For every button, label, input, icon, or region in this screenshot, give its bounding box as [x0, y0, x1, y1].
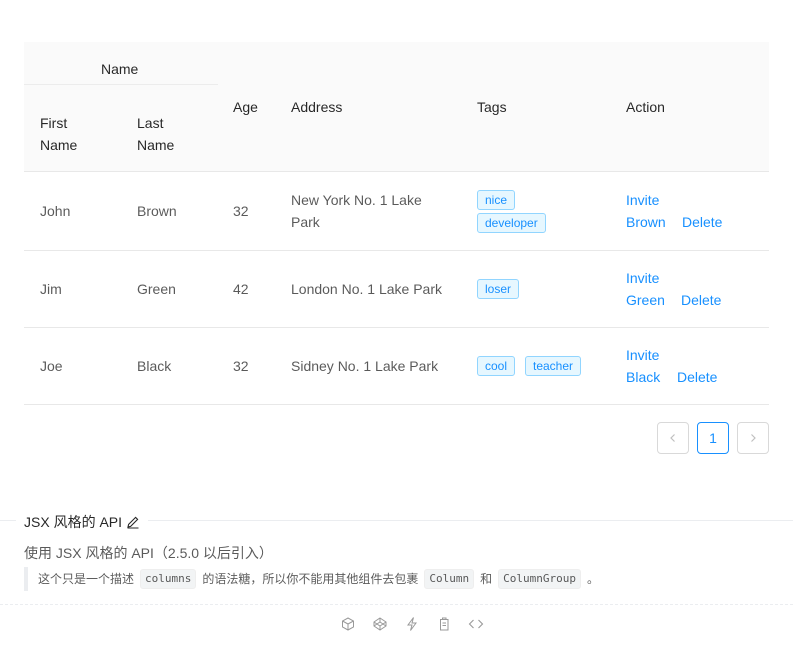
demo-actions: [340, 616, 484, 632]
tag: developer: [477, 213, 546, 233]
table-header: Name First Name Last Name Age Address Ta…: [24, 42, 769, 172]
demo-title-text: JSX 风格的 API: [24, 514, 123, 530]
tag: teacher: [525, 356, 582, 376]
column-tags: Tags: [477, 99, 507, 115]
table-row: Joe Black 32 Sidney No. 1 Lake Park cool…: [24, 328, 769, 405]
note-text: 。: [587, 572, 600, 586]
column-last-name: Last Name: [137, 112, 174, 156]
note-text: 这个只是一个描述: [38, 572, 135, 586]
codepen-icon[interactable]: [372, 616, 388, 632]
code-columngroup: ColumnGroup: [498, 569, 582, 589]
demo-note: 这个只是一个描述 columns 的语法糖，所以你不能用其他组件去包裹 Colu…: [24, 567, 599, 591]
demo-title: JSX 风格的 API: [24, 511, 140, 533]
demo-description: 使用 JSX 风格的 API（2.5.0 以后引入）: [24, 545, 273, 561]
cell-age: 32: [233, 203, 249, 219]
column-last-name-line2: Name: [137, 137, 175, 153]
riddle-icon[interactable]: [404, 616, 420, 632]
copy-icon[interactable]: [436, 616, 452, 632]
cell-last-name: Green: [137, 281, 176, 297]
cell-age: 32: [233, 358, 249, 374]
invite-link-label: Invite: [626, 347, 660, 363]
pagination-prev[interactable]: [657, 422, 689, 454]
chevron-left-icon: [670, 434, 675, 442]
column-first-name-line2: Name: [40, 137, 78, 153]
cell-first-name: Joe: [40, 358, 63, 374]
codesandbox-icon[interactable]: [340, 616, 356, 632]
edit-icon[interactable]: [126, 515, 140, 529]
table-row: Jim Green 42 London No. 1 Lake Park lose…: [24, 251, 769, 328]
delete-link[interactable]: Delete: [677, 366, 717, 388]
invite-link[interactable]: Invite Green: [626, 267, 665, 311]
column-first-name-line1: First: [40, 115, 68, 131]
column-group-name: Name: [101, 61, 139, 77]
tag: cool: [477, 356, 516, 376]
invite-link-name: Green: [626, 292, 665, 308]
invite-link-name: Black: [626, 369, 661, 385]
table-row: John Brown 32 New York No. 1 Lake Park n…: [24, 172, 769, 251]
code-column: Column: [424, 569, 475, 589]
note-text: 的语法糖，所以你不能用其他组件去包裹: [202, 572, 419, 586]
cell-address: Sidney No. 1 Lake Park: [291, 358, 439, 374]
actions-divider: [0, 604, 793, 605]
pagination-page[interactable]: 1: [697, 422, 729, 454]
invite-link[interactable]: Invite Black: [626, 344, 660, 388]
delete-link[interactable]: Delete: [682, 211, 722, 233]
cell-address: London No. 1 Lake Park: [291, 281, 442, 297]
chevron-right-icon: [751, 434, 756, 442]
invite-link-name: Brown: [626, 214, 666, 230]
cell-address-line2: Park: [291, 214, 320, 230]
column-action: Action: [626, 99, 665, 115]
tag: loser: [477, 279, 520, 299]
cell-address-line1: New York No. 1 Lake: [291, 192, 422, 208]
column-address: Address: [291, 99, 343, 115]
invite-link-label: Invite: [626, 192, 660, 208]
invite-link-label: Invite: [626, 270, 660, 286]
pagination-next[interactable]: [737, 422, 769, 454]
cell-first-name: John: [40, 203, 71, 219]
column-last-name-line1: Last: [137, 115, 164, 131]
column-first-name: First Name: [40, 112, 77, 156]
delete-link[interactable]: Delete: [681, 289, 721, 311]
users-table: Name First Name Last Name Age Address Ta…: [24, 42, 769, 405]
cell-last-name: Brown: [137, 203, 177, 219]
cell-address: New York No. 1 Lake Park: [291, 189, 422, 233]
cell-last-name: Black: [137, 358, 172, 374]
cell-first-name: Jim: [40, 281, 62, 297]
column-age: Age: [233, 99, 258, 115]
code-columns: columns: [140, 569, 197, 589]
code-expand-icon[interactable]: [468, 616, 484, 632]
column-group-divider: [24, 84, 218, 85]
invite-link[interactable]: Invite Brown: [626, 189, 666, 233]
tag: nice: [477, 190, 516, 210]
cell-age: 42: [233, 281, 249, 297]
note-text: 和: [480, 572, 493, 586]
